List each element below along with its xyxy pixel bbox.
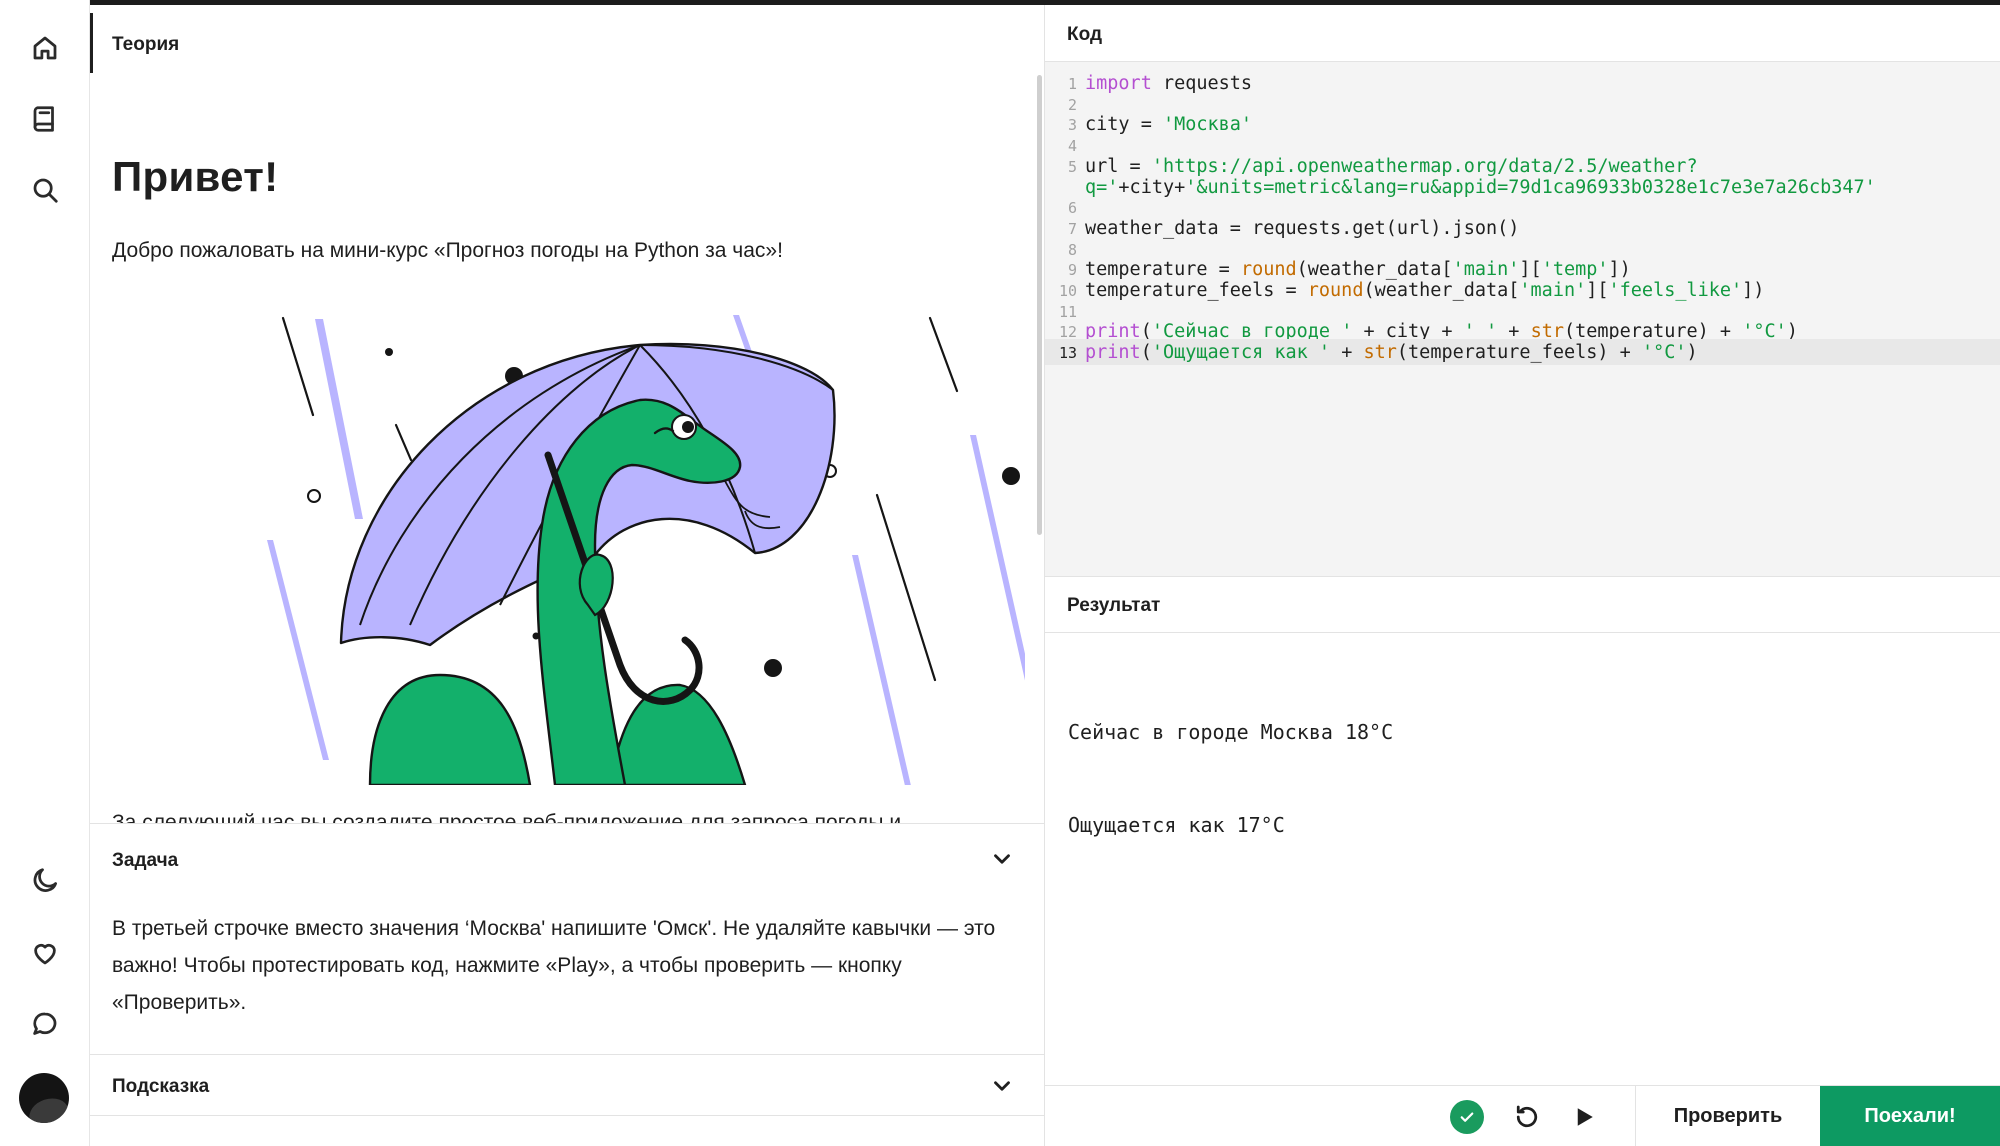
page-title: Привет! xyxy=(112,153,279,200)
chat-icon xyxy=(33,1012,57,1035)
search-icon xyxy=(33,178,58,203)
output-line: Ощущается как 17°C xyxy=(1068,813,1285,837)
code-editor[interactable]: 1 import requests 2 3 city = 'Москва' 4 5 url =… xyxy=(1045,62,2000,576)
search-button[interactable] xyxy=(21,166,69,214)
feedback-button[interactable] xyxy=(21,1000,69,1048)
code-line[interactable]: 13 print('Ощущается как ' + str(temperatu… xyxy=(1045,339,2000,366)
python-snake-umbrella-illustration xyxy=(267,315,1025,785)
theme-toggle-button[interactable] xyxy=(21,857,69,905)
chevron-down-icon xyxy=(994,854,1010,864)
program-output: Сейчас в городе Москва 18°C Ощущается ка… xyxy=(1068,655,1393,872)
home-button[interactable] xyxy=(21,24,69,72)
intro-text: Добро пожаловать на мини-курс «Прогноз п… xyxy=(112,239,783,262)
task-text: В третьей строчке вместо значения ‘Москв… xyxy=(112,917,996,1014)
tab-theory[interactable]: Теория xyxy=(90,13,1044,73)
check-button[interactable]: Проверить xyxy=(1635,1086,1820,1146)
editor-toolbar: Проверить Поехали! xyxy=(1045,1085,2000,1146)
side-nav xyxy=(0,0,90,1146)
task-title: Задача xyxy=(112,850,179,871)
hint-section[interactable]: Подсказка xyxy=(90,1054,1044,1116)
result-title: Результат xyxy=(1067,595,1161,616)
avatar[interactable] xyxy=(19,1073,69,1123)
theory-panel: Теория Привет! Добро пожаловать на мини-… xyxy=(90,5,1045,1146)
heart-icon xyxy=(34,944,56,965)
book-icon xyxy=(33,106,54,132)
favorites-button[interactable] xyxy=(21,929,69,977)
hint-expand-button[interactable] xyxy=(989,1073,1015,1099)
tab-theory-label: Теория xyxy=(112,34,180,55)
chevron-down-icon xyxy=(994,1081,1010,1091)
reset-icon xyxy=(1516,1105,1538,1128)
code-header: Код xyxy=(1045,5,2000,62)
play-icon xyxy=(1577,1108,1593,1126)
courses-button[interactable] xyxy=(21,95,69,143)
code-text: print('Ощущается как ' + str(temperature… xyxy=(1085,342,1698,364)
result-header: Результат xyxy=(1045,576,2000,633)
moon-icon xyxy=(33,868,57,892)
home-icon xyxy=(33,36,57,60)
task-collapse-button[interactable] xyxy=(989,846,1015,872)
output-line: Сейчас в городе Москва 18°C xyxy=(1068,720,1394,744)
active-tab-indicator xyxy=(90,13,93,73)
task-section: Задача В третьей строчке вместо значения… xyxy=(90,823,1044,1055)
next-lesson-button[interactable]: Поехали! xyxy=(1820,1086,2000,1146)
check-icon xyxy=(1460,1112,1474,1122)
run-status-badge xyxy=(1450,1100,1484,1134)
hint-title: Подсказка xyxy=(112,1076,210,1097)
scrollbar[interactable] xyxy=(1037,75,1042,535)
reset-code-button[interactable] xyxy=(1509,1099,1545,1135)
code-title: Код xyxy=(1067,24,1103,45)
line-number: 13 xyxy=(1058,344,1077,363)
run-code-button[interactable] xyxy=(1566,1099,1602,1135)
